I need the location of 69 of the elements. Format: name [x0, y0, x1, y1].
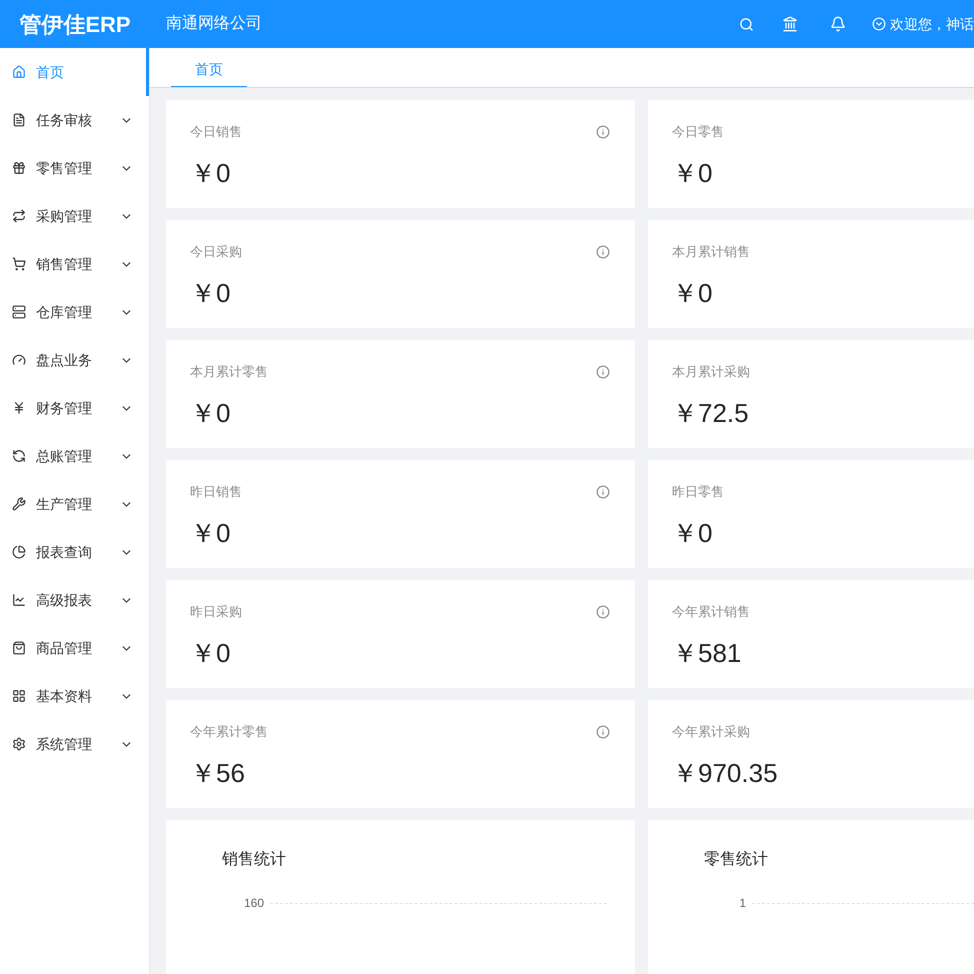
stat-label: 昨日零售	[672, 483, 724, 501]
settings-icon	[12, 737, 26, 751]
logo: 管伊佳ERP	[18, 10, 132, 38]
sidebar-item[interactable]: 盘点业务	[0, 336, 149, 384]
stat-value: ￥0	[190, 636, 232, 670]
yen-icon	[12, 401, 26, 415]
sidebar-item[interactable]: 仓库管理	[0, 288, 149, 336]
sidebar-item[interactable]: 高级报表	[0, 576, 149, 624]
company-name: 南通网络公司	[166, 14, 262, 34]
stat-label: 今年累计采购	[672, 723, 750, 741]
chart-title: 销售统计	[222, 850, 287, 870]
stat-label: 本月累计销售	[672, 243, 750, 261]
gauge-icon	[12, 353, 26, 367]
document-icon	[12, 113, 26, 127]
sidebar-item[interactable]: 总账管理	[0, 432, 149, 480]
search-icon[interactable]	[739, 16, 754, 32]
info-icon[interactable]	[596, 484, 610, 499]
stat-label: 今日销售	[190, 123, 242, 141]
grid-icon	[12, 689, 26, 703]
sidebar-item[interactable]: 基本资料	[0, 672, 149, 720]
chevron-circle-icon	[872, 17, 886, 31]
line-chart-icon	[12, 593, 26, 607]
stat-value: ￥0	[672, 156, 714, 190]
stat-label: 昨日销售	[190, 483, 242, 501]
stat-label: 今年累计零售	[190, 723, 268, 741]
stat-value: ￥0	[190, 516, 232, 550]
axis-tick-label: 1	[738, 895, 746, 912]
sidebar-item[interactable]: 销售管理	[0, 240, 149, 288]
sidebar-item[interactable]: 报表查询	[0, 528, 149, 576]
stat-label: 今日零售	[672, 123, 724, 141]
stat-value: ￥970.35	[672, 756, 779, 790]
stat-label: 今日采购	[190, 243, 242, 261]
wrench-icon	[12, 497, 26, 511]
refresh-icon	[12, 449, 26, 463]
stat-label: 昨日采购	[190, 603, 242, 621]
axis-tick-label: 160	[242, 895, 264, 912]
stat-value: ￥0	[190, 156, 232, 190]
stat-value: ￥0	[672, 276, 714, 310]
pie-chart-icon	[12, 545, 26, 559]
stat-label: 本月累计零售	[190, 363, 268, 381]
sidebar-item[interactable]: 采购管理	[0, 192, 149, 240]
sidebar-item[interactable]: 系统管理	[0, 720, 149, 768]
info-icon[interactable]	[596, 364, 610, 379]
stat-value: ￥72.5	[672, 396, 750, 430]
sidebar-item[interactable]: 生产管理	[0, 480, 149, 528]
stat-value: ￥0	[190, 276, 232, 310]
info-icon[interactable]	[596, 124, 610, 139]
chart-title: 零售统计	[704, 850, 769, 870]
bag-icon	[12, 641, 26, 655]
stat-label: 今年累计销售	[672, 603, 750, 621]
repeat-icon	[12, 209, 26, 223]
cart-icon	[12, 257, 26, 271]
stat-value: ￥0	[672, 516, 714, 550]
cabinet-icon	[12, 305, 26, 319]
info-icon[interactable]	[596, 604, 610, 619]
stat-value: ￥0	[190, 396, 232, 430]
sidebar-item[interactable]: 财务管理	[0, 384, 149, 432]
bell-icon[interactable]	[830, 16, 846, 32]
sidebar-item[interactable]: 商品管理	[0, 624, 149, 672]
info-icon[interactable]	[596, 724, 610, 739]
home-icon	[12, 65, 26, 79]
gift-icon	[12, 161, 26, 175]
stat-label: 本月累计采购	[672, 363, 750, 381]
sidebar-item[interactable]: 任务审核	[0, 96, 149, 144]
bank-icon[interactable]	[782, 16, 798, 32]
info-icon[interactable]	[596, 244, 610, 259]
sidebar-item[interactable]: 零售管理	[0, 144, 149, 192]
stat-value: ￥56	[190, 756, 246, 790]
stat-value: ￥581	[672, 636, 742, 670]
